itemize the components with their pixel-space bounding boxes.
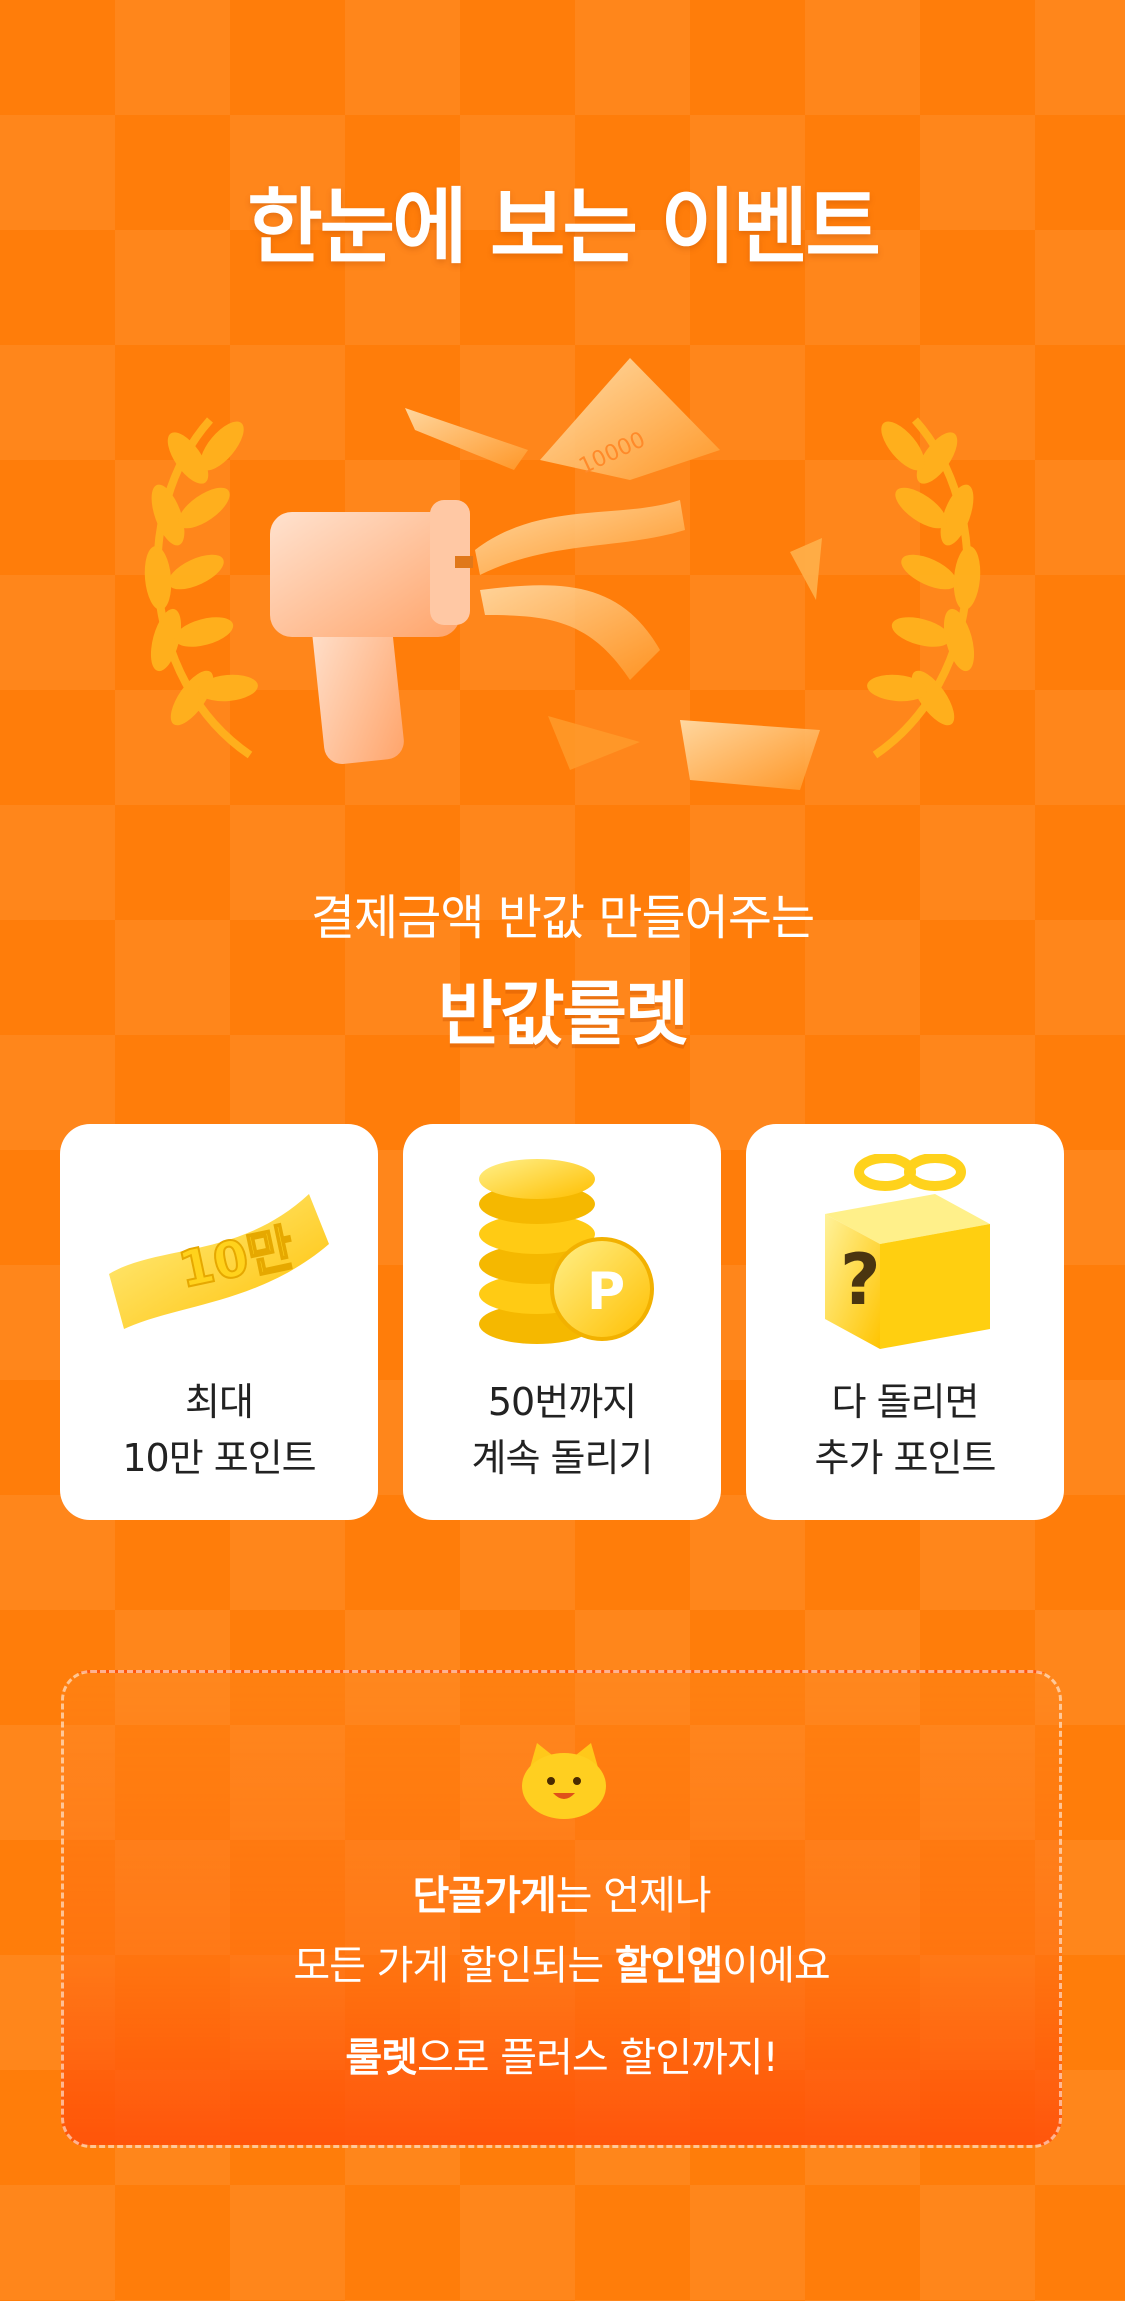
- benefit-card-50-spins: P 50번까지 계속 돌리기: [403, 1124, 721, 1520]
- benefit-card-max-points: 10만 최대 10만 포인트: [60, 1124, 378, 1520]
- laurel-left-icon: [144, 417, 258, 759]
- promo-app-name: 단골가게: [412, 1873, 556, 1919]
- coin-badge-text: P: [587, 1262, 625, 1322]
- laurel-right-icon: [867, 417, 981, 759]
- promo-text: 으로 플러스 할인까지!: [416, 2035, 779, 2081]
- card-line2: 10만 포인트: [122, 1436, 316, 1480]
- roulette-subtitle: 결제금액 반값 만들어주는: [310, 890, 815, 946]
- coin-stack-icon: P: [479, 1159, 654, 1344]
- 10man-banner-icon: 10만: [109, 1194, 329, 1329]
- card-line1: 다 돌리면: [831, 1380, 980, 1424]
- event-page: { "page": { "title": "한눈에 보는 이벤트" }, "he…: [0, 0, 1125, 2301]
- roulette-brand-title: 반값룰렛: [437, 973, 690, 1055]
- app-promo-box: 단골가게는 언제나 모든 가게 할인되는 할인앱이에요 룰렛으로 플러스 할인까…: [61, 1670, 1062, 2148]
- promo-text: 는 언제나: [555, 1873, 712, 1919]
- promo-text: 모든 가게 할인되는: [293, 1943, 615, 1989]
- card-line2: 추가 포인트: [814, 1436, 997, 1480]
- card-line1: 최대: [185, 1380, 254, 1424]
- benefit-card-bonus-points: ? 다 돌리면 추가 포인트: [746, 1124, 1064, 1520]
- money-gun-icon: [270, 500, 473, 764]
- hero-illustration: 10000: [144, 358, 981, 790]
- cat-mascot-icon: [522, 1743, 606, 1819]
- promo-highlight: 할인앱: [614, 1943, 723, 1989]
- gift-badge-text: ?: [840, 1239, 881, 1321]
- promo-text: 이에요: [722, 1943, 830, 1989]
- page-title: 한눈에 보는 이벤트: [247, 180, 881, 275]
- gift-box-icon: ?: [825, 1154, 990, 1349]
- promo-line-1: 단골가게는 언제나: [64, 1863, 1059, 1921]
- banner-badge-text: 10만: [174, 1219, 299, 1300]
- promo-line-3: 룰렛으로 플러스 할인까지!: [64, 2025, 1059, 2083]
- promo-highlight: 룰렛: [345, 2035, 418, 2081]
- promo-line-2: 모든 가게 할인되는 할인앱이에요: [64, 1933, 1059, 1991]
- card-line1: 50번까지: [487, 1380, 637, 1424]
- card-line2: 계속 돌리기: [471, 1436, 654, 1480]
